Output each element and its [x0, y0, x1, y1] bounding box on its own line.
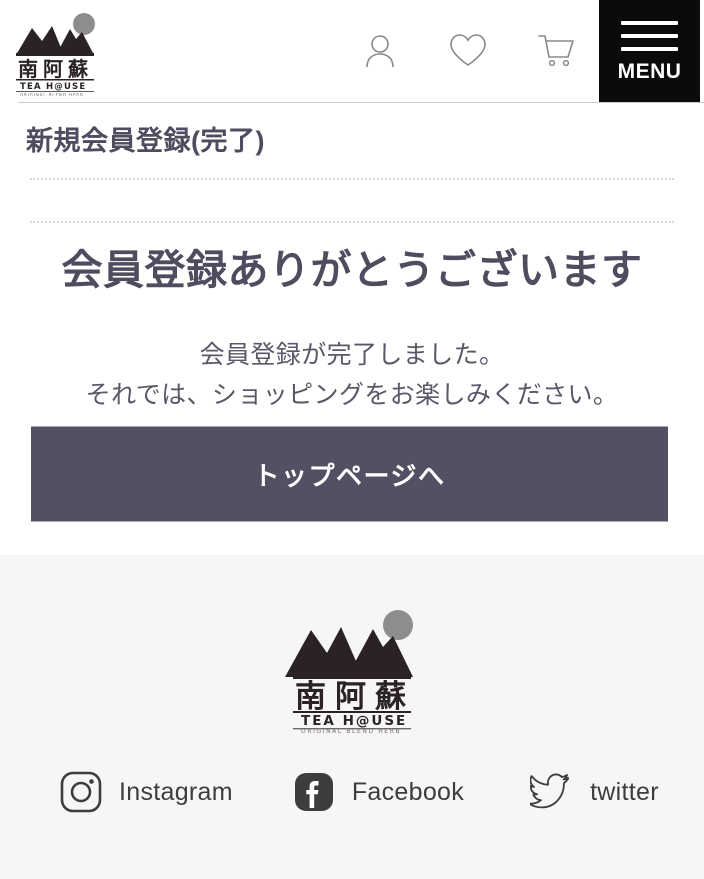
brand-logo-icon: 南 阿 蘇 TEA H@USE ORIGINAL BLEND HERB: [16, 13, 95, 98]
svg-text:ORIGINAL BLEND HERB: ORIGINAL BLEND HERB: [301, 728, 401, 733]
go-to-top-page-button[interactable]: トップページへ: [31, 427, 668, 522]
completion-message-line2: それでは、ショッピングをお楽しみください。: [85, 380, 619, 409]
footer-logo[interactable]: 南 阿 蘇 TEA H@USE ORIGINAL BLEND HERB: [281, 603, 423, 735]
menu-button-label: MENU: [617, 60, 682, 83]
footer-brand-logo-icon: 南 阿 蘇 TEA H@USE ORIGINAL BLEND HERB: [285, 610, 413, 735]
completion-heading: 会員登録ありがとうございます: [61, 247, 643, 294]
site-header: 南 阿 蘇 TEA H@USE ORIGINAL BLEND HERB MENU: [0, 0, 704, 103]
site-footer: 南 阿 蘇 TEA H@USE ORIGINAL BLEND HERB Inst…: [0, 555, 704, 879]
main-content: 会員登録ありがとうございます 会員登録が完了しました。 それでは、ショッピングを…: [0, 223, 704, 522]
instagram-icon: [59, 770, 103, 814]
svg-text:蘇: 蘇: [67, 57, 88, 81]
account-icon[interactable]: [360, 28, 400, 72]
page-title: 新規会員登録(完了): [26, 126, 265, 156]
twitter-icon: [530, 770, 574, 814]
social-label-facebook: Facebook: [351, 777, 465, 806]
svg-text:TEA H@USE: TEA H@USE: [301, 713, 407, 729]
svg-text:蘇: 蘇: [375, 679, 406, 715]
page-root: 南 阿 蘇 TEA H@USE ORIGINAL BLEND HERB MENU…: [0, 0, 704, 879]
svg-text:南: 南: [295, 679, 326, 715]
svg-text:ORIGINAL BLEND HERB: ORIGINAL BLEND HERB: [20, 93, 84, 97]
social-links: Instagram Facebook twitter: [0, 770, 704, 814]
header-logo[interactable]: 南 阿 蘇 TEA H@USE ORIGINAL BLEND HERB: [12, 8, 104, 98]
facebook-icon: [292, 770, 336, 814]
menu-button[interactable]: MENU: [599, 0, 700, 103]
svg-text:TEA H@USE: TEA H@USE: [20, 82, 86, 92]
title-dotted-divider: [30, 176, 674, 181]
favorites-icon[interactable]: [448, 28, 488, 72]
social-link-twitter[interactable]: twitter: [530, 770, 659, 814]
social-link-facebook[interactable]: Facebook: [292, 770, 464, 814]
svg-text:南: 南: [18, 57, 38, 81]
social-label-twitter: twitter: [590, 777, 659, 806]
completion-message-line1: 会員登録が完了しました。: [199, 340, 505, 369]
social-label-instagram: Instagram: [119, 777, 233, 806]
cart-icon[interactable]: [536, 28, 576, 72]
completion-message: 会員登録が完了しました。 それでは、ショッピングをお楽しみください。: [0, 297, 704, 415]
header-icon-group: [360, 28, 576, 72]
svg-text:阿: 阿: [335, 679, 366, 715]
header-divider: [18, 102, 704, 103]
hamburger-icon: [621, 21, 678, 51]
social-link-instagram[interactable]: Instagram: [59, 770, 233, 814]
svg-text:阿: 阿: [43, 57, 63, 81]
